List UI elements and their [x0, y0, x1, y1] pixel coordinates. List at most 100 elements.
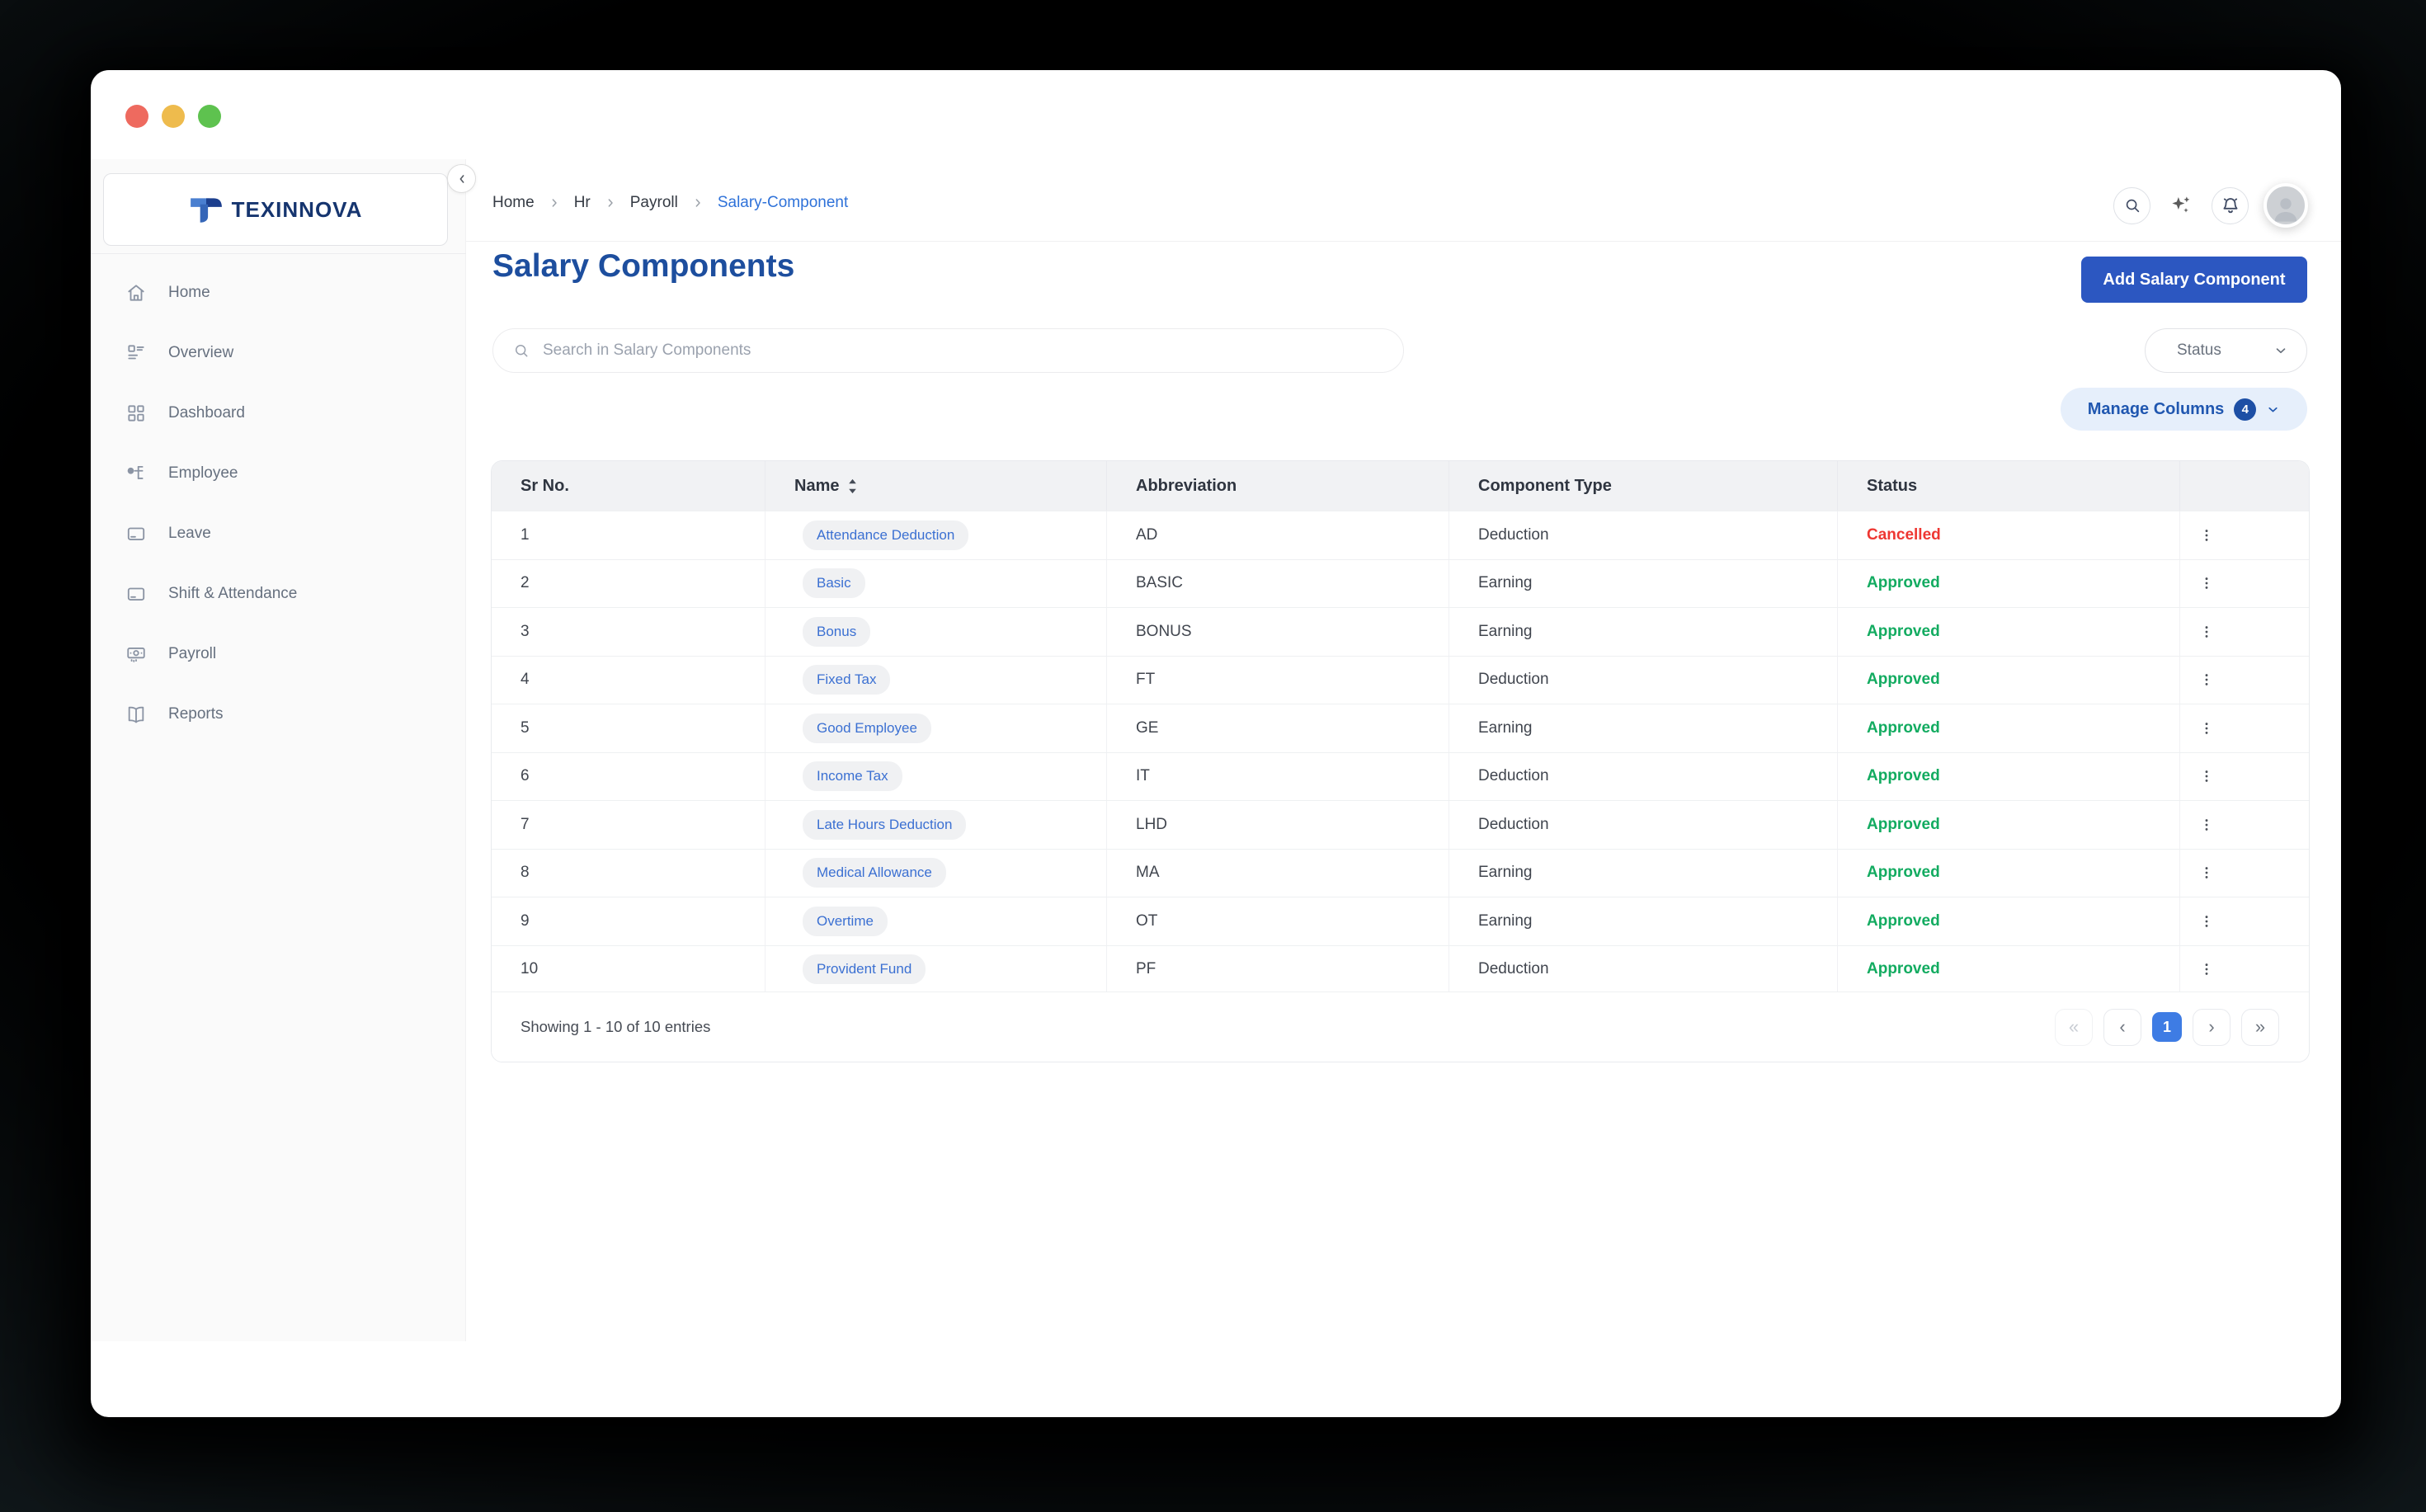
- kebab-menu-icon[interactable]: [2192, 810, 2221, 840]
- sort-icon[interactable]: [847, 478, 858, 495]
- sidebar-item-label: Reports: [168, 705, 224, 723]
- avatar[interactable]: [2263, 183, 2308, 228]
- cell-sr-no: 1: [492, 511, 765, 559]
- kebab-menu-icon[interactable]: [2192, 520, 2221, 550]
- notifications-button[interactable]: [2212, 187, 2249, 224]
- sidebar-item-leave[interactable]: Leave: [91, 517, 466, 550]
- sidebar-item-employee[interactable]: Employee: [91, 457, 466, 490]
- cell-component-type: Deduction: [1449, 511, 1838, 559]
- zoom-button[interactable]: [198, 105, 221, 128]
- home-icon: [125, 282, 147, 304]
- close-button[interactable]: [125, 105, 148, 128]
- cell-name: Income Tax: [765, 753, 1107, 801]
- breadcrumb: Home Hr Payroll Salary-Component: [492, 194, 848, 212]
- table-row: 1Attendance DeductionADDeductionCancelle…: [492, 511, 2309, 559]
- cell-name: Bonus: [765, 608, 1107, 656]
- cell-sr-no: 6: [492, 753, 765, 801]
- cell-actions: [2180, 511, 2309, 559]
- cell-actions: [2180, 608, 2309, 656]
- sidebar-item-dashboard[interactable]: Dashboard: [91, 397, 466, 430]
- minimize-button[interactable]: [162, 105, 185, 128]
- topbar-actions: [2113, 182, 2308, 228]
- pagination-page-1[interactable]: 1: [2152, 1012, 2182, 1042]
- name-chip[interactable]: Overtime: [803, 907, 888, 936]
- name-chip[interactable]: Fixed Tax: [803, 665, 890, 695]
- cell-abbreviation: BASIC: [1107, 560, 1449, 608]
- search-icon: [2123, 196, 2141, 214]
- status-filter-dropdown[interactable]: Status: [2145, 328, 2307, 373]
- dashboard-icon: [125, 403, 147, 424]
- sidebar-item-label: Leave: [168, 525, 211, 543]
- pagination-next-page[interactable]: ›: [2193, 1009, 2231, 1046]
- magnifier-icon: [513, 342, 530, 359]
- kebab-menu-icon[interactable]: [2192, 714, 2221, 743]
- sidebar-item-label: Overview: [168, 344, 233, 362]
- pagination-first-page[interactable]: «: [2055, 1009, 2093, 1046]
- column-header-label: Abbreviation: [1136, 477, 1237, 496]
- sidebar-item-home[interactable]: Home: [91, 276, 466, 309]
- app-window: TEXINNOVA HomeOverviewDashboardEmployeeL…: [91, 70, 2341, 1417]
- sidebar-item-overview[interactable]: Overview: [91, 337, 466, 370]
- name-chip[interactable]: Good Employee: [803, 714, 931, 743]
- kebab-menu-icon[interactable]: [2192, 858, 2221, 888]
- breadcrumb-item-hr[interactable]: Hr: [574, 194, 591, 212]
- kebab-menu-icon[interactable]: [2192, 665, 2221, 695]
- table-row: 8Medical AllowanceMAEarningApproved: [492, 849, 2309, 897]
- kebab-menu-icon[interactable]: [2192, 954, 2221, 984]
- column-header-abbreviation: Abbreviation: [1107, 461, 1449, 511]
- name-chip[interactable]: Medical Allowance: [803, 858, 946, 888]
- breadcrumb-item-home[interactable]: Home: [492, 194, 535, 212]
- search-input[interactable]: [543, 341, 1383, 360]
- manage-columns-button[interactable]: Manage Columns 4: [2061, 388, 2307, 431]
- kebab-menu-icon[interactable]: [2192, 568, 2221, 598]
- name-chip[interactable]: Basic: [803, 568, 865, 598]
- breadcrumb-item-payroll[interactable]: Payroll: [630, 194, 678, 212]
- cell-actions: [2180, 850, 2309, 897]
- page-title: Salary Components: [492, 248, 794, 285]
- cell-actions: [2180, 897, 2309, 945]
- name-chip[interactable]: Bonus: [803, 617, 870, 647]
- kebab-menu-icon[interactable]: [2192, 907, 2221, 936]
- cell-status: Approved: [1838, 801, 2180, 849]
- cell-name: Basic: [765, 560, 1107, 608]
- table-footer: Showing 1 - 10 of 10 entries «‹1›»: [492, 992, 2309, 1062]
- name-chip[interactable]: Provident Fund: [803, 954, 926, 984]
- breadcrumb-item-salary-component[interactable]: Salary-Component: [718, 194, 848, 212]
- sidebar-item-shift-attendance[interactable]: Shift & Attendance: [91, 577, 466, 610]
- name-chip[interactable]: Late Hours Deduction: [803, 810, 966, 840]
- column-header-name[interactable]: Name: [765, 461, 1107, 511]
- salary-components-table: Sr No.NameAbbreviationComponent TypeStat…: [491, 460, 2310, 1062]
- table-body: 1Attendance DeductionADDeductionCancelle…: [492, 511, 2309, 993]
- cell-component-type: Earning: [1449, 704, 1838, 752]
- cell-status: Approved: [1838, 608, 2180, 656]
- employee-icon: [125, 463, 147, 484]
- cell-name: Attendance Deduction: [765, 511, 1107, 559]
- table-row: 4Fixed TaxFTDeductionApproved: [492, 656, 2309, 704]
- pagination-prev-page[interactable]: ‹: [2103, 1009, 2141, 1046]
- cell-sr-no: 7: [492, 801, 765, 849]
- search-button[interactable]: [2113, 187, 2150, 224]
- cell-actions: [2180, 801, 2309, 849]
- cell-abbreviation: LHD: [1107, 801, 1449, 849]
- sidebar-item-payroll[interactable]: Payroll: [91, 638, 466, 671]
- cell-sr-no: 10: [492, 946, 765, 994]
- kebab-menu-icon[interactable]: [2192, 761, 2221, 791]
- sidebar-item-label: Dashboard: [168, 404, 245, 422]
- sidebar-collapse-button[interactable]: [447, 164, 476, 193]
- add-salary-component-button[interactable]: Add Salary Component: [2081, 257, 2307, 303]
- cell-component-type: Earning: [1449, 850, 1838, 897]
- cell-name: Fixed Tax: [765, 657, 1107, 704]
- sidebar-item-label: Home: [168, 284, 210, 302]
- kebab-menu-icon[interactable]: [2192, 617, 2221, 647]
- pagination-last-page[interactable]: »: [2241, 1009, 2279, 1046]
- chevron-down-icon: [2273, 343, 2288, 358]
- sidebar-item-reports[interactable]: Reports: [91, 698, 466, 731]
- ai-assistant-button[interactable]: [2165, 190, 2197, 221]
- cell-status: Approved: [1838, 850, 2180, 897]
- cell-component-type: Deduction: [1449, 753, 1838, 801]
- chevron-right-icon: [548, 196, 561, 210]
- sidebar-nav: Home Overview Dashboard Employee Leave Shift …: [91, 276, 466, 731]
- name-chip[interactable]: Income Tax: [803, 761, 902, 791]
- cell-name: Late Hours Deduction: [765, 801, 1107, 849]
- name-chip[interactable]: Attendance Deduction: [803, 520, 968, 550]
